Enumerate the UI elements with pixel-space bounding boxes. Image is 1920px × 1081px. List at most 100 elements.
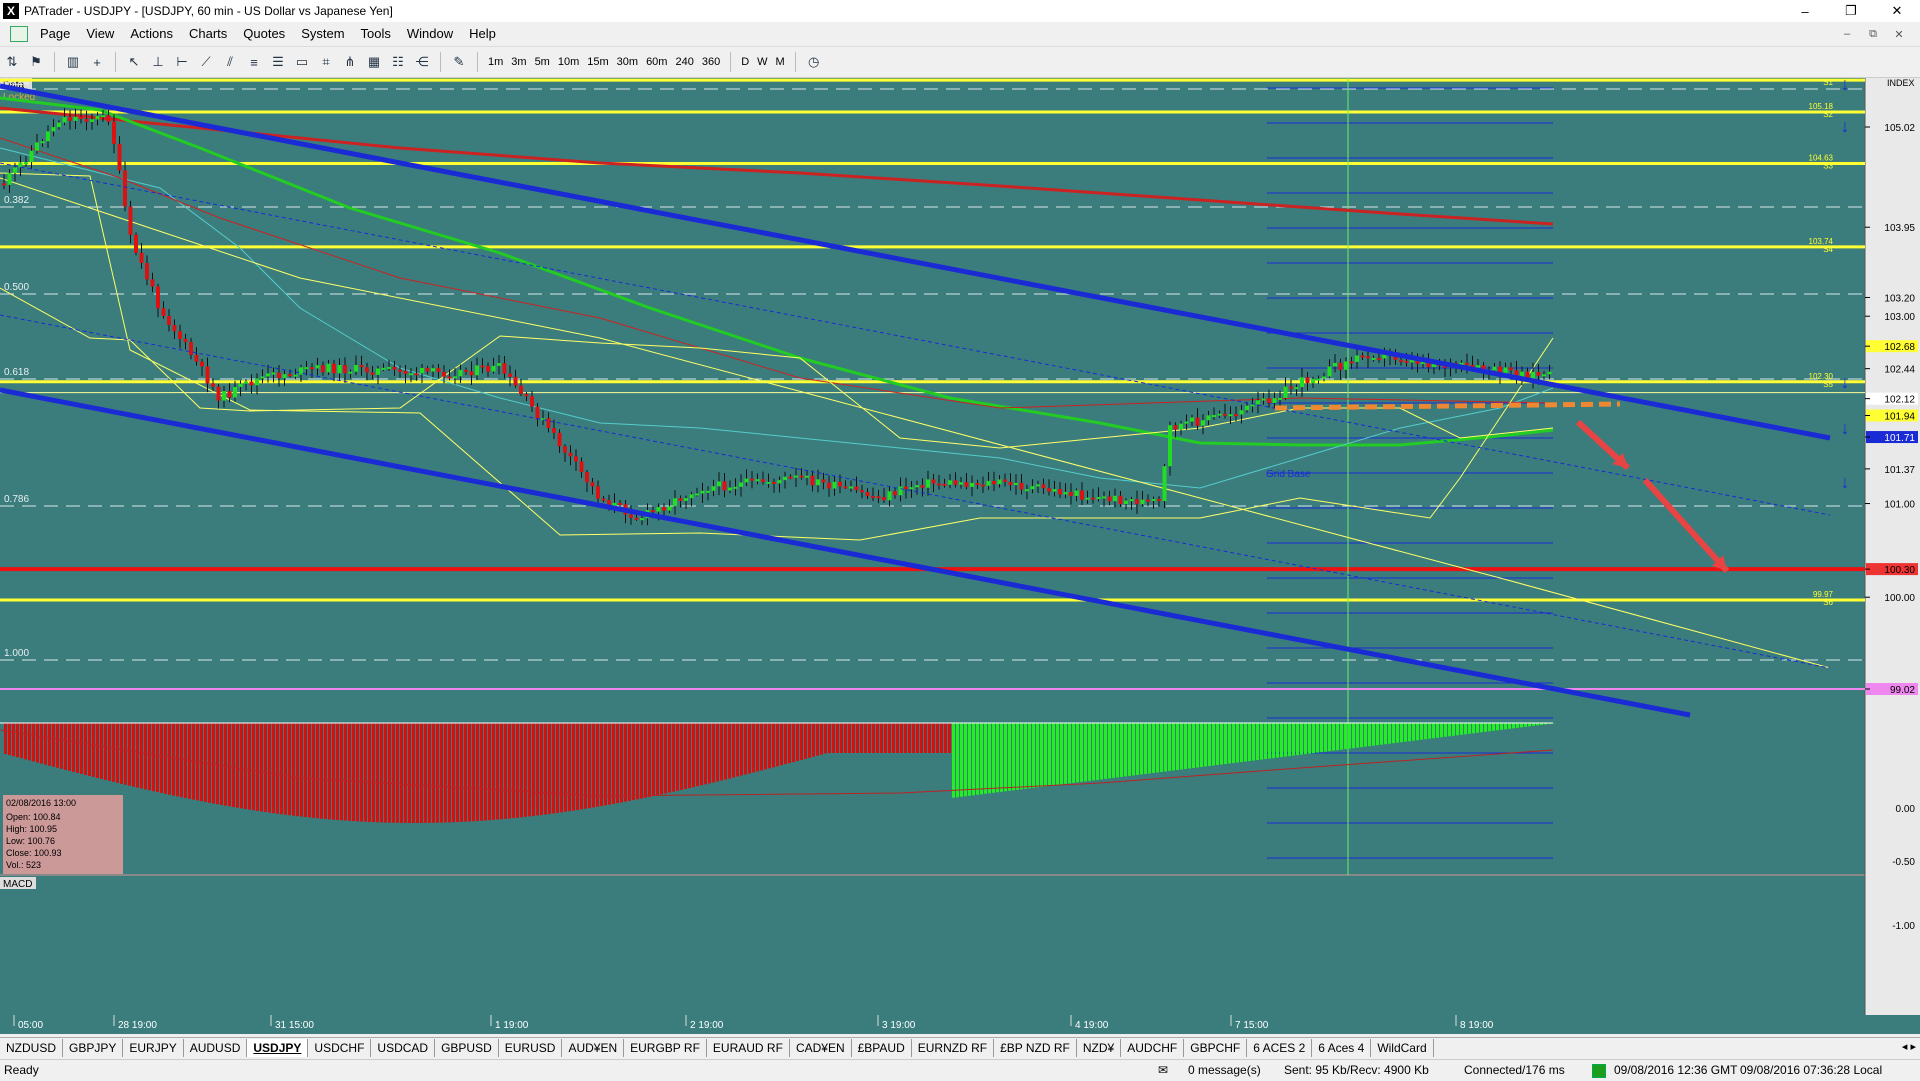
tab-eurnzd-rf[interactable]: EURNZD RF [912,1039,994,1057]
tab-eurusd[interactable]: EURUSD [499,1039,563,1057]
menu-bar: Page View Actions Charts Quotes System T… [0,22,1920,47]
tab-gbpchf[interactable]: GBPCHF [1184,1039,1247,1057]
levels-icon[interactable]: ☷ [388,52,408,72]
cycle-icon[interactable]: ⋔ [340,52,360,72]
menu-view[interactable]: View [78,22,122,46]
restore-button[interactable]: ❐ [1828,0,1874,22]
macd-bar [1528,723,1531,726]
chart-icon[interactable]: ▥ [63,52,83,72]
period-weekly-button[interactable]: W [753,52,771,72]
timeframe-15m-button[interactable]: 15m [583,52,612,72]
tab-6-aces-4[interactable]: 6 Aces 4 [1312,1039,1371,1057]
timeframe-10m-button[interactable]: 10m [554,52,583,72]
macd-bar [1212,723,1215,766]
macd-bar [836,723,839,753]
mdi-restore-button[interactable]: ⧉ [1860,28,1886,41]
mdi-minimize-button[interactable]: – [1834,28,1860,40]
tab-eurgbp-rf[interactable]: EURGBP RF [624,1039,707,1057]
grid-icon[interactable]: ▦ [364,52,384,72]
macd-bar [1312,723,1315,753]
tab-scroll-arrows[interactable]: ◂ ▸ [1902,1038,1916,1056]
candle [629,515,633,518]
status-messages[interactable]: 0 message(s) [1188,1063,1261,1077]
message-icon[interactable]: ✉ [1158,1063,1168,1077]
tab-usdchf[interactable]: USDCHF [308,1039,371,1057]
candle [816,479,820,485]
macd-bar [1048,723,1051,786]
period-monthly-button[interactable]: M [772,52,789,72]
candle [85,119,89,122]
alert-icon[interactable]: ⚑ [26,52,46,72]
tab-6-aces-2[interactable]: 6 ACES 2 [1247,1039,1312,1057]
candle [1300,377,1304,387]
close-button[interactable]: ✕ [1874,0,1920,22]
connect-icon[interactable]: ⇅ [2,52,22,72]
tab-audusd[interactable]: AUDUSD [184,1039,248,1057]
menu-system[interactable]: System [293,22,352,46]
toolbar-divider [795,52,796,72]
chart-menu-icon[interactable] [10,26,28,42]
macd-bar [480,723,483,821]
timeframe-5m-button[interactable]: 5m [531,52,554,72]
macd-bar [596,723,599,807]
trendline-icon[interactable]: ⟋ [196,52,216,72]
fib-extension-icon[interactable]: ☰ [268,52,288,72]
timeframe-3m-button[interactable]: 3m [507,52,530,72]
tab-cadyen[interactable]: CAD¥EN [790,1039,852,1057]
gann-icon[interactable]: ⌗ [316,52,336,72]
macd-bar [896,723,899,753]
fibonacci-icon[interactable]: ≡ [244,52,264,72]
menu-page[interactable]: Page [32,22,78,46]
tab-nzdyen[interactable]: NZD¥ [1077,1039,1121,1057]
tab-usdjpy[interactable]: USDJPY [247,1039,308,1057]
timeframe-30m-button[interactable]: 30m [613,52,642,72]
period-daily-button[interactable]: D [737,52,753,72]
timeframe-360-button[interactable]: 360 [698,52,724,72]
tab-gbpjpy[interactable]: GBPJPY [63,1039,123,1057]
macd-bar [1124,723,1127,776]
tab-gbpnzd-rf[interactable]: £BP NZD RF [994,1039,1077,1057]
tab-eurjpy[interactable]: EURJPY [123,1039,183,1057]
channel-icon[interactable]: ⫽ [220,52,240,72]
menu-tools[interactable]: Tools [353,22,399,46]
rectangle-icon[interactable]: ▭ [292,52,312,72]
timeframe-60m-button[interactable]: 60m [642,52,671,72]
timeframe-240-button[interactable]: 240 [671,52,697,72]
macd-bar [584,723,587,809]
candle [1102,496,1106,498]
timeframe-1m-button[interactable]: 1m [484,52,507,72]
tab-gbpaud[interactable]: £BPAUD [852,1039,912,1057]
tab-usdcad[interactable]: USDCAD [371,1039,435,1057]
horizontal-line-icon[interactable]: ⊢ [172,52,192,72]
menu-window[interactable]: Window [399,22,461,46]
macd-bar [700,723,703,785]
macd-bar [428,723,431,823]
tab-wildcard[interactable]: WildCard [1371,1039,1433,1057]
vertical-line-icon[interactable]: ⊥ [148,52,168,72]
menu-quotes[interactable]: Quotes [235,22,293,46]
clock-icon[interactable]: ◷ [804,52,824,72]
tab-audyen[interactable]: AUD¥EN [562,1039,624,1057]
minimize-button[interactable]: – [1782,0,1828,22]
macd-bar [1436,723,1439,738]
menu-help[interactable]: Help [461,22,504,46]
tab-audchf[interactable]: AUDCHF [1121,1039,1184,1057]
macd-bar [320,723,323,819]
pitchfork-icon[interactable]: ⋲ [412,52,432,72]
price-tick-label: 101.94 [1884,411,1915,422]
mdi-close-button[interactable]: ✕ [1886,28,1912,41]
candle [365,367,369,372]
tab-nzdusd[interactable]: NZDUSD [0,1039,63,1057]
pointer-icon[interactable]: ↖ [124,52,144,72]
candle [459,370,463,376]
menu-charts[interactable]: Charts [181,22,235,46]
price-tick-label: 100.30 [1884,565,1915,576]
tab-gbpusd[interactable]: GBPUSD [435,1039,499,1057]
crosshair-icon[interactable]: + [87,52,107,72]
candle [1124,501,1128,505]
menu-actions[interactable]: Actions [122,22,181,46]
tab-euraud-rf[interactable]: EURAUD RF [707,1039,790,1057]
chart-area[interactable]: Data Locked INDEX MACD 0.2140.3820.5000.… [0,78,1920,1034]
candle [1366,356,1370,358]
draw-icon[interactable]: ✎ [449,52,469,72]
